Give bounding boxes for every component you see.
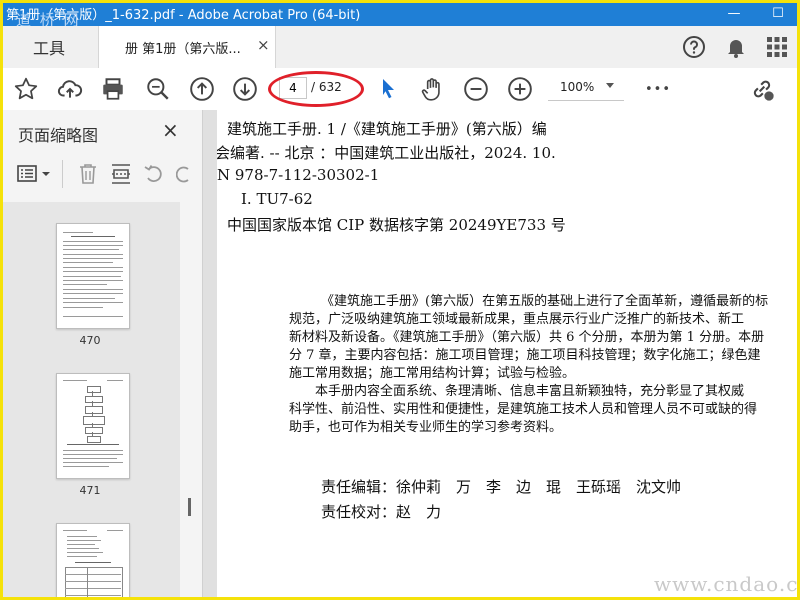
tab-document[interactable]: 册 第1册（第六版... ×: [98, 26, 276, 69]
body-line: 新材料及新设备。《建筑施工手册》（第六版）共 6 个分册，本册为第 1 分册。本…: [289, 330, 765, 345]
cip-line: 建筑施工手册. 1 /《建筑施工手册》(第六版）编: [227, 120, 547, 138]
print-icon[interactable]: [99, 75, 127, 103]
thumbnail-panel: 页面缩略图 × 470 471: [0, 110, 203, 600]
cip-line: 中国国家版本馆 CIP 数据核字第 20249YE733 号: [227, 216, 566, 234]
tab-bar: 工具 册 第1册（第六版... ×: [0, 26, 800, 69]
chevron-down-icon: [606, 83, 614, 88]
select-cursor-icon[interactable]: [374, 75, 402, 103]
separator: [62, 160, 63, 188]
zoom-in-icon[interactable]: [506, 75, 534, 103]
title-bar: 第1册（第六版）_1-632.pdf - Adobe Acrobat Pro (…: [0, 0, 800, 29]
rotate-right-icon[interactable]: [176, 163, 190, 185]
star-icon[interactable]: [12, 75, 40, 103]
thumbnail-list: 470 471: [0, 202, 180, 600]
share-link-icon[interactable]: [748, 75, 776, 103]
document-viewport[interactable]: 建筑施工手册. 1 /《建筑施工手册》(第六版）编 会编著. -- 北京 ：中国…: [203, 110, 800, 600]
thumbnail-scrollbar[interactable]: [180, 202, 202, 600]
hand-tool-icon[interactable]: [418, 75, 446, 103]
cloud-upload-icon[interactable]: [56, 75, 84, 103]
cip-line: N 978-7-112-30302-1: [217, 166, 380, 184]
more-tools-button[interactable]: •••: [644, 75, 672, 103]
proofreader-line: 责任校对：赵 力: [321, 503, 442, 521]
body-line: 分 7 章，主要内容包括：施工项目管理；施工项目科技管理；数字化施工；绿色建: [289, 348, 761, 363]
body-line: 《建筑施工手册》(第六版）在第五版的基础上进行了全面革新，遵循最新的标: [321, 294, 769, 309]
tab-document-label: 册 第1册（第六版...: [125, 42, 241, 57]
page-thumbnail[interactable]: [56, 223, 130, 329]
page-thumbnail[interactable]: [56, 373, 130, 479]
editors-line: 责任编辑：徐仲莉 万 李 边 琨 王砾瑶 沈文帅: [321, 478, 682, 496]
trash-icon[interactable]: [77, 162, 99, 186]
page-thumbnail[interactable]: [56, 523, 130, 600]
body-line: 施工常用数据；施工常用结构计算；试验与检验。: [289, 366, 576, 381]
zoom-dropdown[interactable]: 100%: [548, 76, 624, 101]
previous-page-icon[interactable]: [188, 75, 216, 103]
bell-icon[interactable]: [723, 34, 749, 60]
scrollbar-thumb[interactable]: [188, 498, 191, 516]
tab-tools[interactable]: 工具: [0, 26, 98, 68]
red-highlight-ellipse: [268, 71, 364, 107]
panel-title: 页面缩略图: [18, 126, 99, 145]
help-icon[interactable]: [681, 34, 707, 60]
thumbnail-options-icon[interactable]: [16, 163, 52, 185]
tab-close-button[interactable]: ×: [257, 36, 270, 54]
document-page: 建筑施工手册. 1 /《建筑施工手册》(第六版）编 会编著. -- 北京 ：中国…: [217, 110, 800, 600]
body-line: 助手，也可作为相关专业师生的学习参考资料。: [289, 420, 563, 435]
extract-pages-icon[interactable]: [110, 162, 132, 186]
zoom-out-icon[interactable]: [462, 75, 490, 103]
maximize-button[interactable]: ☐: [756, 0, 800, 26]
zoom-value: 100%: [560, 80, 595, 94]
rotate-left-icon[interactable]: [143, 163, 165, 185]
minimize-button[interactable]: —: [712, 0, 756, 26]
search-zoom-icon[interactable]: [144, 75, 172, 103]
thumbnail-page-number: 470: [79, 334, 101, 347]
body-line: 本手册内容全面系统、条理清晰、信息丰富且新颖独特，充分彰显了其权威: [315, 384, 745, 399]
body-line: 科学性、前沿性、实用性和便捷性，是建筑施工技术人员和管理人员不可或缺的得: [289, 402, 758, 417]
thumbnail-page-number: 471: [79, 484, 101, 497]
cip-line: 会编著. -- 北京 ：中国建筑工业出版社，2024. 10.: [217, 144, 556, 162]
main-toolbar: •••: [0, 68, 800, 111]
panel-toolbar: [10, 160, 200, 190]
panel-close-button[interactable]: ×: [162, 118, 179, 142]
next-page-icon[interactable]: [231, 75, 259, 103]
apps-grid-icon[interactable]: [764, 34, 790, 60]
watermark-bottom: www.cndao.com: [654, 572, 800, 596]
body-line: 规范，广泛吸纳建筑施工领域最新成果，重点展示行业广泛推广的新技术、新工: [289, 312, 745, 327]
cip-line: Ⅰ. TU7-62: [241, 190, 313, 208]
